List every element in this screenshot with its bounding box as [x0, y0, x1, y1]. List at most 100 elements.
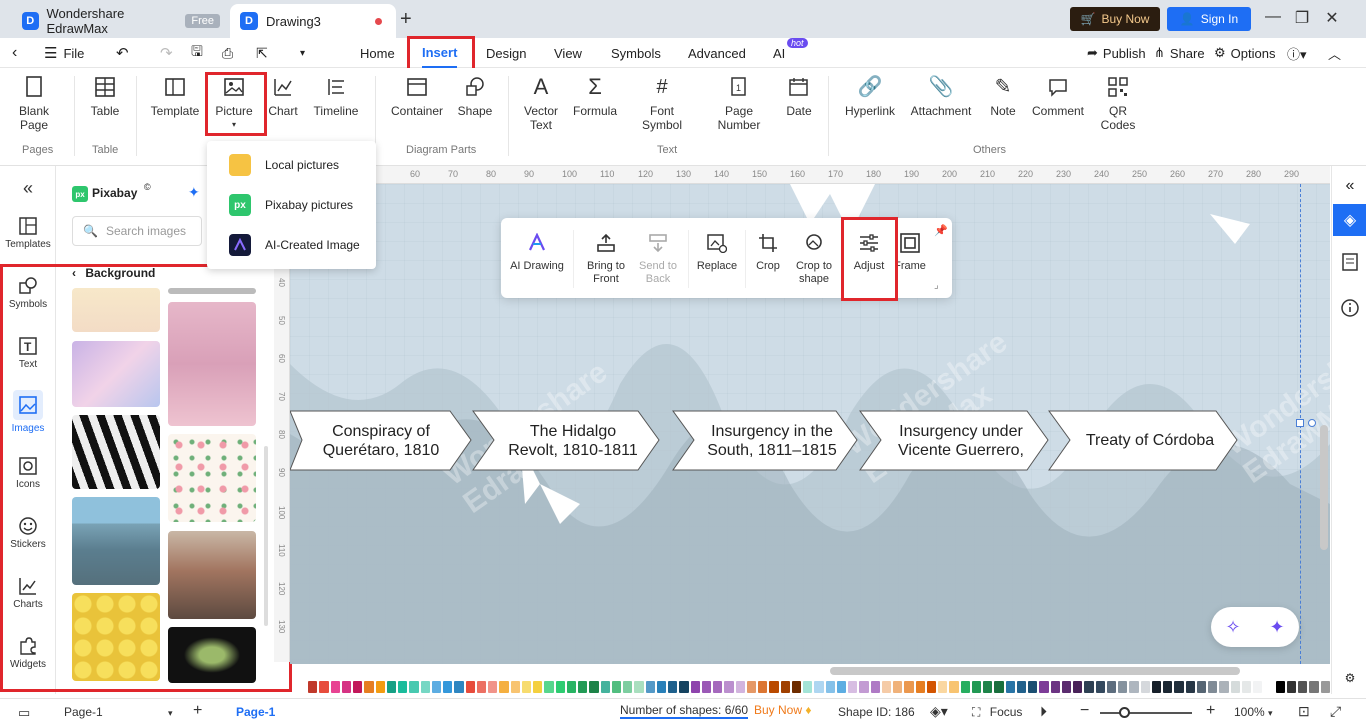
document-tab[interactable]: D Drawing3: [230, 4, 396, 38]
color-swatch[interactable]: [431, 681, 441, 693]
color-swatch[interactable]: [454, 681, 464, 693]
hyperlink-button[interactable]: 🔗 Hyperlink: [842, 76, 898, 118]
expand-panel-icon[interactable]: «: [1340, 176, 1360, 196]
blank-page-button[interactable]: Blank Page: [16, 76, 52, 132]
chart-button[interactable]: Chart: [268, 76, 298, 118]
color-swatch[interactable]: [1095, 681, 1105, 693]
color-swatch[interactable]: [1275, 681, 1285, 693]
pin-icon[interactable]: 📌: [934, 224, 948, 237]
color-swatch[interactable]: [994, 681, 1004, 693]
color-swatch[interactable]: [544, 681, 554, 693]
color-swatch[interactable]: [1129, 681, 1139, 693]
tab-symbols[interactable]: Symbols: [611, 38, 661, 68]
color-swatch[interactable]: [735, 681, 745, 693]
color-swatch[interactable]: [1073, 681, 1083, 693]
color-swatch[interactable]: [836, 681, 846, 693]
settings-gear-icon[interactable]: ⚙: [1340, 668, 1360, 688]
comment-button[interactable]: Comment: [1030, 76, 1086, 118]
file-menu[interactable]: ☰ File: [44, 38, 84, 68]
save-icon[interactable]: 🖫: [191, 38, 203, 68]
minimize-icon[interactable]: —: [1263, 8, 1283, 26]
buy-now-button[interactable]: 🛒 Buy Now: [1070, 7, 1160, 31]
color-swatch[interactable]: [769, 681, 779, 693]
color-swatch[interactable]: [983, 681, 993, 693]
color-swatch[interactable]: [476, 681, 486, 693]
color-swatch[interactable]: [791, 681, 801, 693]
color-swatch[interactable]: [1028, 681, 1038, 693]
color-swatch[interactable]: [578, 681, 588, 693]
color-swatch[interactable]: [533, 681, 543, 693]
attachment-button[interactable]: 📎 Attachment: [908, 76, 974, 118]
page-layout-icon[interactable]: ▭: [18, 705, 30, 721]
color-swatch[interactable]: [668, 681, 678, 693]
color-swatch[interactable]: [915, 681, 925, 693]
color-swatch[interactable]: [398, 681, 408, 693]
container-button[interactable]: Container: [390, 76, 444, 118]
color-swatch[interactable]: [555, 681, 565, 693]
qr-codes-button[interactable]: QR Codes: [1100, 76, 1136, 132]
color-swatch[interactable]: [960, 681, 970, 693]
zoom-slider-thumb[interactable]: [1119, 707, 1130, 718]
ai-drawing-button[interactable]: AI Drawing: [509, 232, 565, 273]
redo-icon[interactable]: ↷: [160, 38, 173, 68]
color-swatch[interactable]: [330, 681, 340, 693]
vector-text-button[interactable]: A Vector Text: [522, 76, 560, 133]
color-swatch[interactable]: [780, 681, 790, 693]
color-swatch[interactable]: [1106, 681, 1116, 693]
search-input[interactable]: 🔍 Search images: [72, 216, 202, 246]
color-swatch[interactable]: [848, 681, 858, 693]
new-tab-plus-icon[interactable]: +: [400, 8, 412, 31]
timeline-shape[interactable]: Conspiracy of Querétaro, 1810: [290, 410, 472, 471]
zoom-slider-track[interactable]: [1100, 712, 1192, 714]
tab-home[interactable]: Home: [360, 38, 395, 68]
status-buy-now-link[interactable]: Buy Now ♦: [754, 703, 812, 717]
publish-button[interactable]: ➦ Publish: [1087, 38, 1146, 68]
note-button[interactable]: ✎ Note: [988, 76, 1018, 118]
bring-to-front-button[interactable]: Bring to Front: [583, 232, 629, 286]
app-tab[interactable]: D Wondershare EdrawMax Free: [12, 4, 230, 38]
rotate-handle[interactable]: [1308, 419, 1316, 427]
export-icon[interactable]: ⇱: [256, 38, 268, 68]
color-swatch[interactable]: [870, 681, 880, 693]
print-icon[interactable]: ⎙: [222, 38, 233, 68]
fill-bucket-icon[interactable]: ◈: [1333, 204, 1366, 236]
collapse-panel-icon[interactable]: «: [0, 178, 56, 199]
color-swatch[interactable]: [1253, 681, 1263, 693]
color-swatch[interactable]: [1005, 681, 1015, 693]
sign-in-button[interactable]: 👤 Sign In: [1167, 7, 1251, 31]
table-button[interactable]: Table: [90, 76, 120, 118]
color-swatch[interactable]: [881, 681, 891, 693]
timeline-shape[interactable]: Insurgency under Vicente Guerrero,: [859, 410, 1049, 471]
layers-icon[interactable]: ◈▾: [930, 703, 948, 720]
color-swatch[interactable]: [1196, 681, 1206, 693]
color-swatch[interactable]: [690, 681, 700, 693]
color-swatch[interactable]: [1320, 681, 1330, 693]
template-button[interactable]: Template: [150, 76, 200, 118]
color-swatch[interactable]: [1298, 681, 1308, 693]
back-icon[interactable]: ‹: [12, 38, 17, 68]
color-swatch[interactable]: [600, 681, 610, 693]
color-swatch[interactable]: [938, 681, 948, 693]
color-swatch[interactable]: [859, 681, 869, 693]
color-swatch[interactable]: [1151, 681, 1161, 693]
selection-handle[interactable]: [1296, 419, 1304, 427]
color-swatch[interactable]: [926, 681, 936, 693]
color-swatch[interactable]: [1174, 681, 1184, 693]
fit-page-icon[interactable]: ⊡: [1298, 703, 1310, 720]
zoom-out-icon[interactable]: −: [1080, 702, 1089, 720]
resize-corner-icon[interactable]: ⌟: [934, 280, 939, 291]
color-swatch[interactable]: [566, 681, 576, 693]
timeline-shape[interactable]: Treaty of Córdoba: [1048, 410, 1238, 471]
color-swatch[interactable]: [1309, 681, 1319, 693]
color-swatch[interactable]: [308, 681, 318, 693]
formula-button[interactable]: Σ Formula: [572, 76, 618, 119]
font-symbol-button[interactable]: # Font Symbol: [638, 76, 686, 132]
color-swatch[interactable]: [701, 681, 711, 693]
color-swatch[interactable]: [1140, 681, 1150, 693]
color-swatch[interactable]: [679, 681, 689, 693]
color-swatch[interactable]: [1163, 681, 1173, 693]
color-swatch[interactable]: [1241, 681, 1251, 693]
timeline-shape[interactable]: Insurgency in the South, 1811–1815: [672, 410, 858, 471]
color-swatch[interactable]: [1185, 681, 1195, 693]
timeline-shape[interactable]: The Hidalgo Revolt, 1810-1811: [472, 410, 660, 471]
